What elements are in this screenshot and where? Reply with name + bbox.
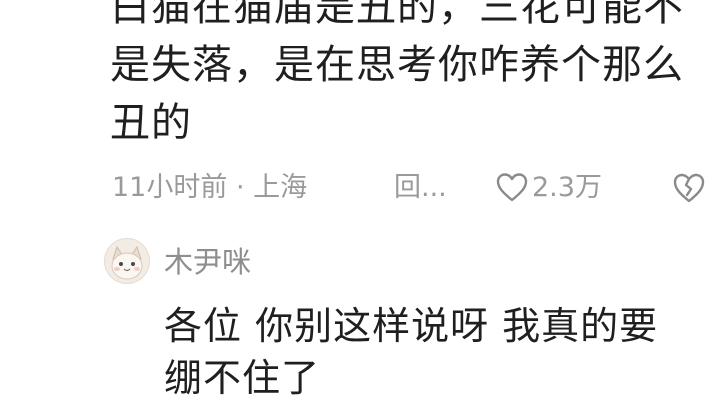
heart-outline-icon[interactable] [496,172,528,202]
like-count: 2.3万 [532,172,602,203]
comment-thread: 白猫在猫届是丑的，三花可能不 是失落，是在思考你咋养个那么 丑的 11小时前 ·… [0,0,720,405]
reply-username[interactable]: 木尹咪 [164,240,251,284]
main-comment-line: 丑的 [110,100,192,146]
reply-comment-line: 绷不住了 [164,356,321,400]
comment-meta-bar: 11小时前 · 上海 回... 2.3万 [112,166,712,210]
reply-comment-line: 各位 你别这样说呀 我真的要 [164,304,659,348]
reply-button[interactable]: 回... [394,166,447,210]
reply-comment-text: 各位 你别这样说呀 我真的要 绷不住了 [164,300,704,404]
main-comment-line: 白猫在猫届是丑的，三花可能不 [110,0,684,30]
main-comment-line: 是失落，是在思考你咋养个那么 [110,42,684,88]
broken-heart-icon[interactable] [672,171,706,205]
avatar[interactable] [104,238,150,284]
main-comment[interactable]: 白猫在猫届是丑的，三花可能不 是失落，是在思考你咋养个那么 丑的 [110,0,710,152]
time-location: 11小时前 · 上海 [112,172,308,203]
main-comment-text: 白猫在猫届是丑的，三花可能不 是失落，是在思考你咋养个那么 丑的 [110,0,710,152]
